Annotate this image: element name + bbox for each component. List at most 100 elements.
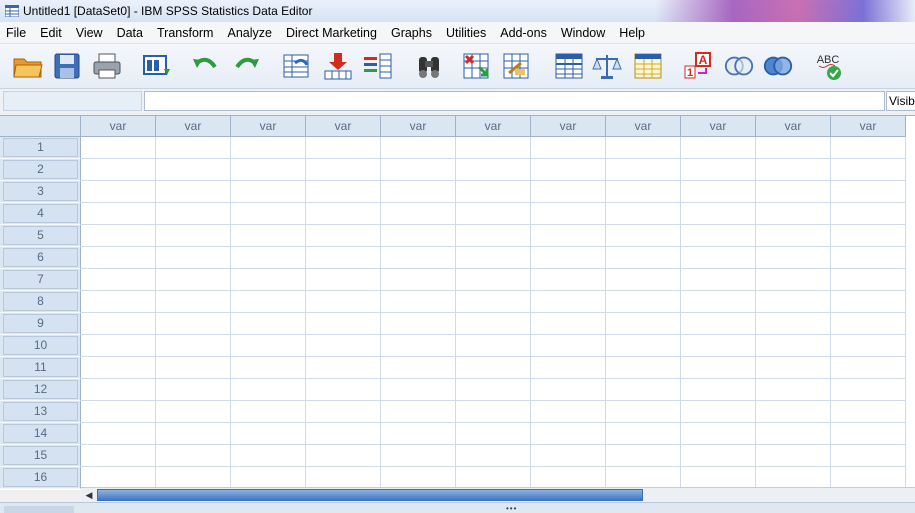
data-cell[interactable] (531, 467, 606, 489)
go-to-variable-button[interactable] (322, 50, 354, 82)
data-cell[interactable] (831, 445, 906, 467)
data-cell[interactable] (756, 379, 831, 401)
data-cell[interactable] (681, 225, 756, 247)
data-cell[interactable] (681, 313, 756, 335)
menu-utilities[interactable]: Utilities (439, 26, 493, 40)
data-cell[interactable] (156, 159, 231, 181)
split-file-button[interactable] (553, 50, 585, 82)
data-cell[interactable] (681, 247, 756, 269)
data-cell[interactable] (381, 269, 456, 291)
cell-value-editor[interactable] (144, 91, 885, 111)
menu-data[interactable]: Data (110, 26, 150, 40)
data-cell[interactable] (681, 423, 756, 445)
data-cell[interactable] (756, 423, 831, 445)
data-cell[interactable] (756, 137, 831, 159)
column-header[interactable]: var (456, 116, 531, 137)
data-cell[interactable] (531, 181, 606, 203)
data-cell[interactable] (306, 291, 381, 313)
recall-dialog-button[interactable] (142, 50, 174, 82)
data-cell[interactable] (756, 467, 831, 489)
data-cell[interactable] (606, 247, 681, 269)
go-to-case-button[interactable] (281, 50, 313, 82)
row-header[interactable]: 3 (0, 181, 81, 203)
menu-transform[interactable]: Transform (150, 26, 221, 40)
data-cell[interactable] (606, 225, 681, 247)
data-cell[interactable] (381, 445, 456, 467)
column-header[interactable]: var (381, 116, 456, 137)
data-cell[interactable] (156, 335, 231, 357)
data-cell[interactable] (681, 291, 756, 313)
menu-help[interactable]: Help (612, 26, 652, 40)
data-cell[interactable] (306, 335, 381, 357)
menu-edit[interactable]: Edit (33, 26, 69, 40)
data-cell[interactable] (231, 357, 306, 379)
data-cell[interactable] (156, 379, 231, 401)
data-cell[interactable] (531, 159, 606, 181)
data-cell[interactable] (381, 203, 456, 225)
data-cell[interactable] (381, 401, 456, 423)
row-header[interactable]: 9 (0, 313, 81, 335)
column-header[interactable]: var (306, 116, 381, 137)
data-cell[interactable] (831, 247, 906, 269)
data-cell[interactable] (231, 335, 306, 357)
data-cell[interactable] (531, 357, 606, 379)
menu-direct-marketing[interactable]: Direct Marketing (279, 26, 384, 40)
data-cell[interactable] (456, 401, 531, 423)
data-cell[interactable] (756, 181, 831, 203)
data-cell[interactable] (306, 379, 381, 401)
data-cell[interactable] (681, 159, 756, 181)
data-cell[interactable] (531, 445, 606, 467)
row-header[interactable]: 8 (0, 291, 81, 313)
data-cell[interactable] (681, 269, 756, 291)
data-cell[interactable] (306, 225, 381, 247)
data-cell[interactable] (606, 269, 681, 291)
data-cell[interactable] (456, 159, 531, 181)
data-cell[interactable] (231, 269, 306, 291)
menu-view[interactable]: View (69, 26, 110, 40)
horizontal-scrollbar[interactable]: ◀ (81, 487, 915, 503)
data-cell[interactable] (306, 247, 381, 269)
data-cell[interactable] (531, 137, 606, 159)
data-cell[interactable] (231, 291, 306, 313)
data-cell[interactable] (456, 445, 531, 467)
data-cell[interactable] (831, 401, 906, 423)
data-cell[interactable] (306, 181, 381, 203)
undo-button[interactable] (190, 50, 222, 82)
data-cell[interactable] (156, 445, 231, 467)
menu-graphs[interactable]: Graphs (384, 26, 439, 40)
data-cell[interactable] (81, 445, 156, 467)
data-cell[interactable] (606, 203, 681, 225)
data-cell[interactable] (306, 445, 381, 467)
insert-variable-button[interactable] (501, 50, 533, 82)
data-cell[interactable] (381, 181, 456, 203)
value-labels-button[interactable]: A 1 (682, 50, 714, 82)
insert-cases-button[interactable] (461, 50, 493, 82)
data-cell[interactable] (306, 313, 381, 335)
data-cell[interactable] (456, 203, 531, 225)
data-cell[interactable] (756, 159, 831, 181)
data-cell[interactable] (831, 467, 906, 489)
data-cell[interactable] (681, 357, 756, 379)
data-cell[interactable] (456, 335, 531, 357)
show-all-variables-button[interactable] (762, 50, 794, 82)
data-cell[interactable] (381, 379, 456, 401)
data-cell[interactable] (681, 335, 756, 357)
data-cell[interactable] (756, 225, 831, 247)
data-cell[interactable] (231, 159, 306, 181)
data-cell[interactable] (231, 379, 306, 401)
row-header[interactable]: 7 (0, 269, 81, 291)
redo-button[interactable] (230, 50, 262, 82)
data-cell[interactable] (156, 137, 231, 159)
data-cell[interactable] (606, 159, 681, 181)
data-cell[interactable] (831, 423, 906, 445)
print-button[interactable] (91, 50, 123, 82)
data-cell[interactable] (531, 379, 606, 401)
data-cell[interactable] (381, 357, 456, 379)
data-cell[interactable] (606, 137, 681, 159)
data-cell[interactable] (81, 137, 156, 159)
data-cell[interactable] (531, 225, 606, 247)
data-cell[interactable] (606, 445, 681, 467)
data-cell[interactable] (306, 137, 381, 159)
data-cell[interactable] (756, 335, 831, 357)
data-cell[interactable] (531, 291, 606, 313)
